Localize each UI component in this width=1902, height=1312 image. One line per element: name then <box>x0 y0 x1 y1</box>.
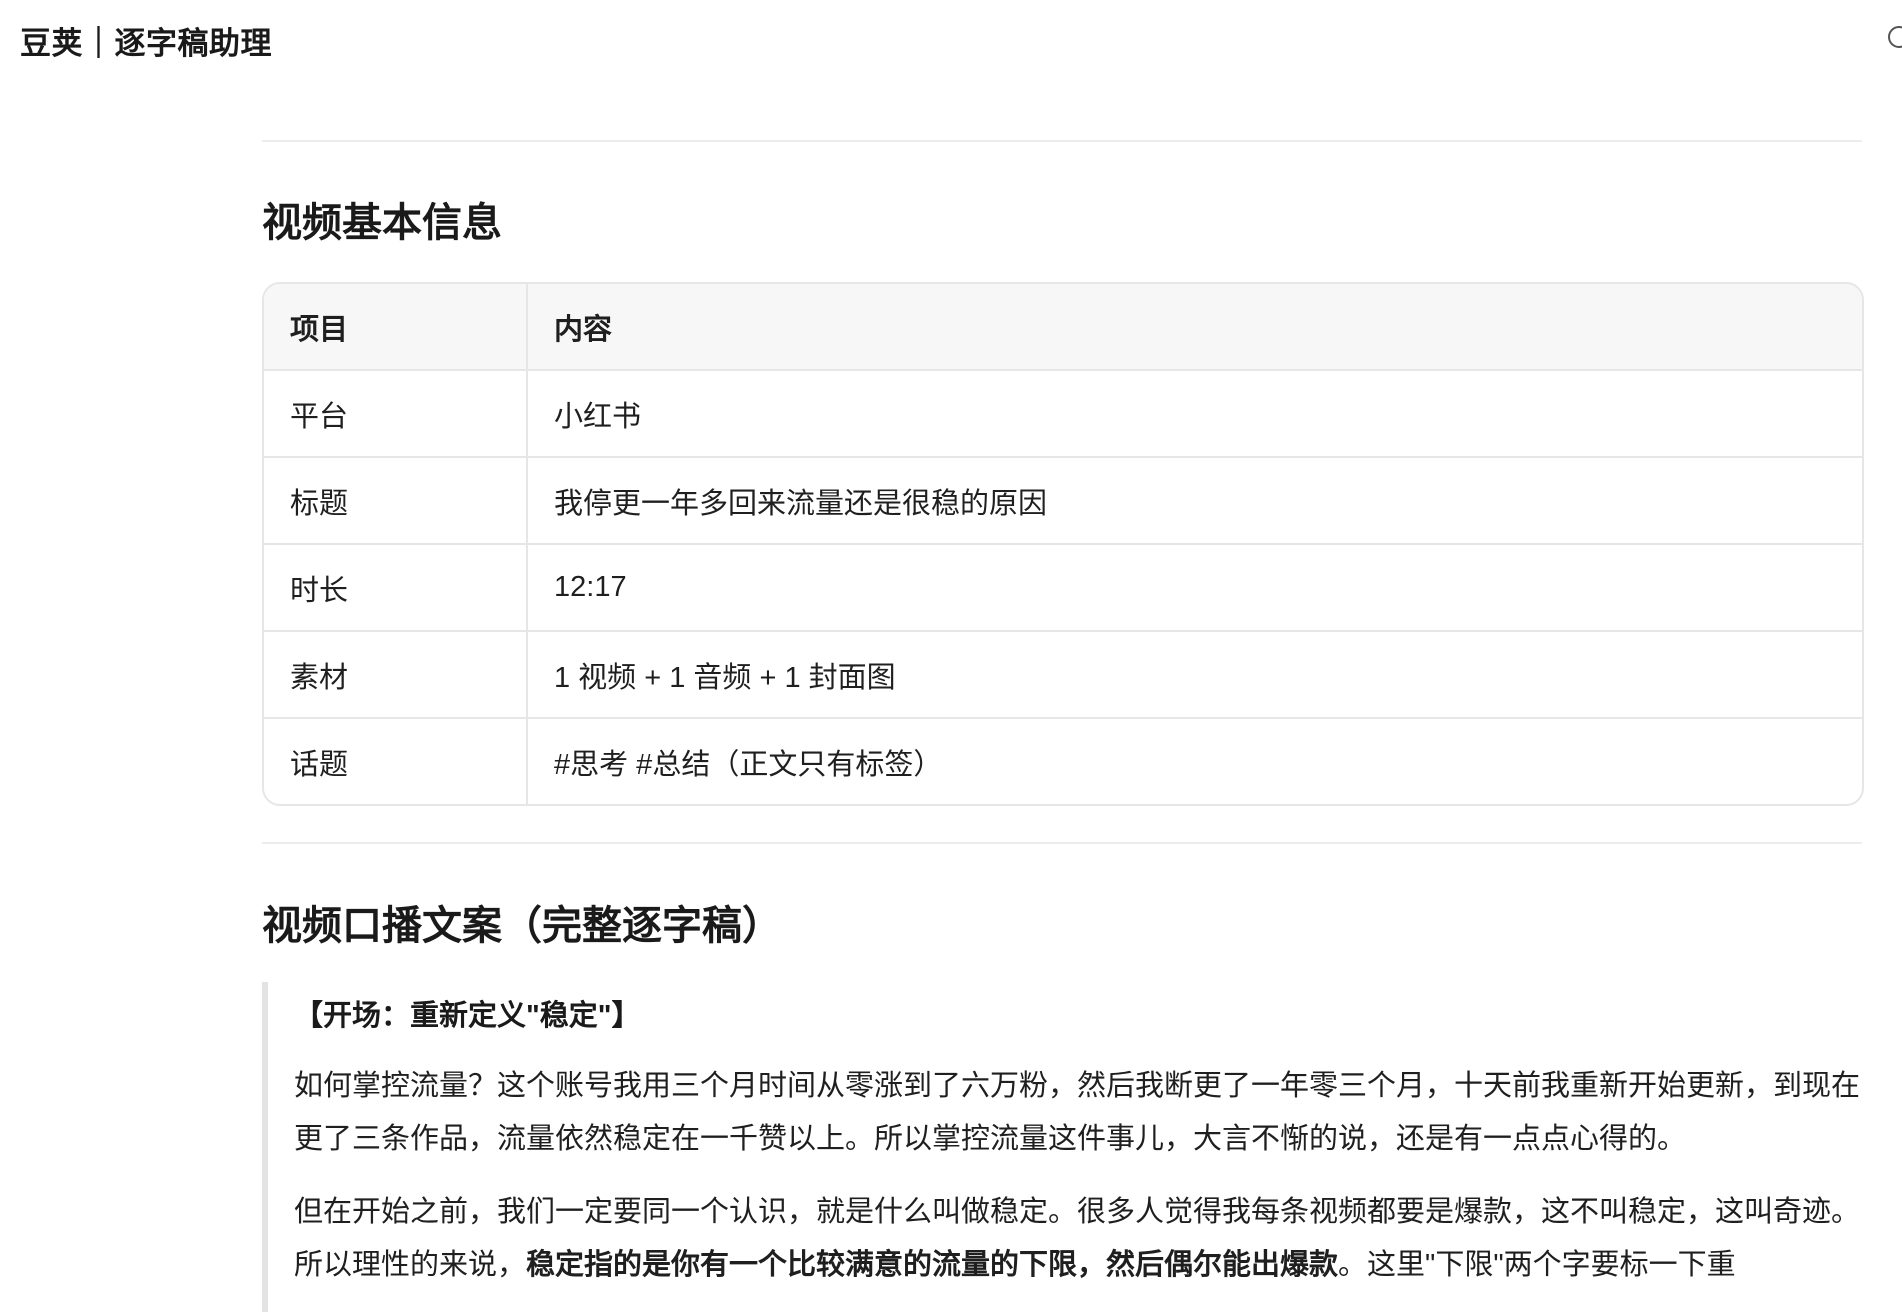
table-row: 标题 我停更一年多回来流量还是很稳的原因 <box>264 457 1862 545</box>
table-cell: #思考 #总结（正文只有标签） <box>554 748 943 781</box>
table-cell: 小红书 <box>527 370 1862 458</box>
section-title-video-info: 视频基本信息 <box>262 201 502 245</box>
table-cell: 素材 <box>264 631 528 719</box>
transcript-paragraph: 但在开始之前，我们一定要同一个认识，就是什么叫做稳定。很多人觉得我每条视频都要是… <box>294 1186 1860 1292</box>
paragraph-bold-text: 稳定指的是你有一个比较满意的流量的下限，然后偶尔能出爆款 <box>526 1249 1339 1281</box>
table-header-row: 项目 内容 <box>264 284 1862 371</box>
search-icon[interactable] <box>1888 26 1902 48</box>
table-cell: 平台 <box>264 370 528 458</box>
table-row: 话题 #思考 #总结（正文只有标签） <box>264 718 1862 804</box>
transcript-paragraph: 如何掌控流量？这个账号我用三个月时间从零涨到了六万粉，然后我断更了一年零三个月，… <box>294 1070 1861 1155</box>
table-cell: 时长 <box>264 544 528 632</box>
table-row: 平台 小红书 <box>264 370 1862 458</box>
transcript-subheading: 【开场：重新定义"稳定"】 <box>294 1000 641 1032</box>
table-header-cell: 内容 <box>527 284 1862 371</box>
top-bar: 豆荚｜逐字稿助理 <box>0 0 1902 84</box>
table-row: 素材 1 视频 + 1 音频 + 1 封面图 <box>264 631 1862 719</box>
paragraph-text: 。这里"下限"两个字要标一下重 <box>1338 1249 1736 1281</box>
divider <box>262 140 1862 142</box>
table-row: 时长 12:17 <box>264 544 1862 632</box>
table-header-cell: 项目 <box>264 284 528 371</box>
table-cell: 标题 <box>264 457 528 545</box>
table-cell: 话题 <box>264 718 528 804</box>
table-cell: 1 视频 + 1 音频 + 1 封面图 <box>527 631 1862 719</box>
table-cell: 12:17 <box>527 544 1862 632</box>
table-cell: 我停更一年多回来流量还是很稳的原因 <box>527 457 1862 545</box>
section-title-transcript: 视频口播文案（完整逐字稿） <box>262 904 782 948</box>
transcript-blockquote: 【开场：重新定义"稳定"】 如何掌控流量？这个账号我用三个月时间从零涨到了六万粉… <box>262 982 1860 1312</box>
info-table: 项目 内容 平台 小红书 标题 我停更一年多回来流量还是很稳的原因 时长 12:… <box>262 282 1864 806</box>
app-title: 豆荚｜逐字稿助理 <box>20 26 272 61</box>
divider <box>262 842 1862 844</box>
